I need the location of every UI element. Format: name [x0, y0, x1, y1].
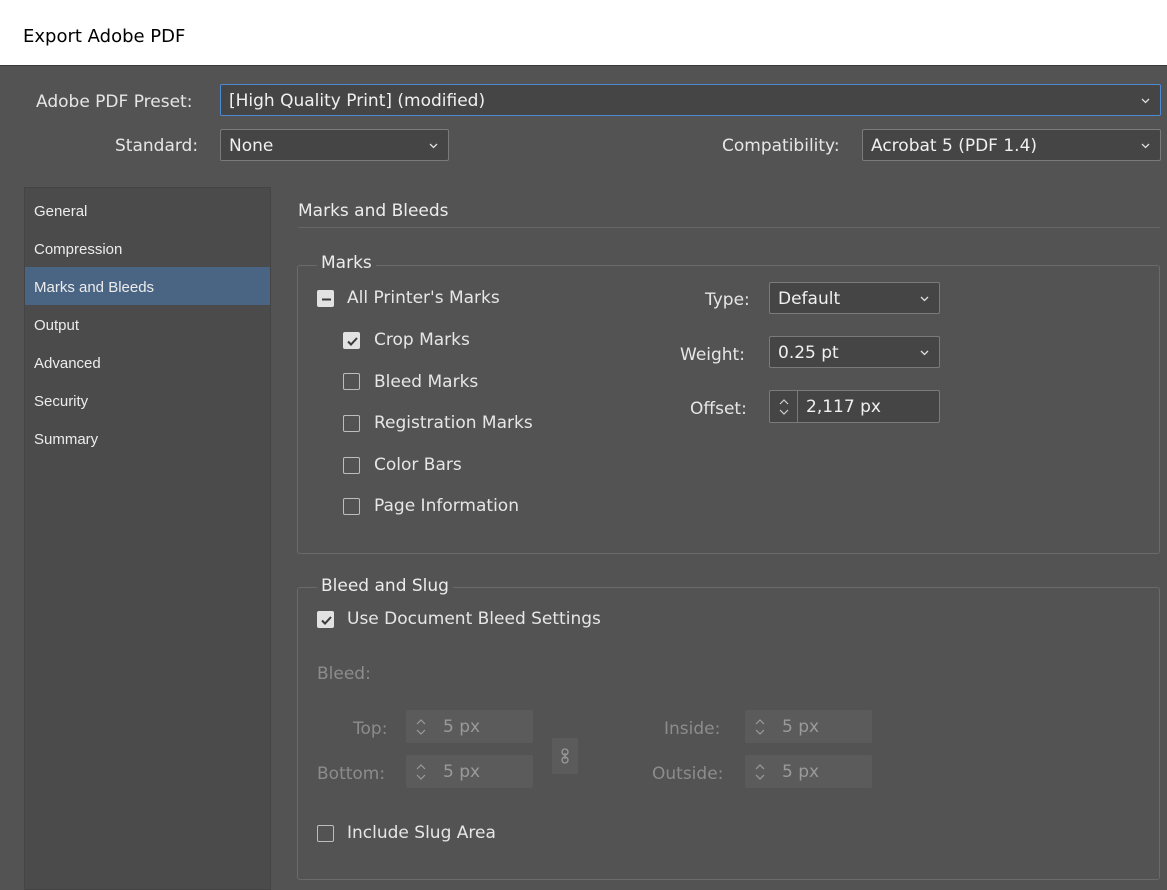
chevron-down-icon	[429, 143, 438, 149]
up-down-arrows-icon	[755, 719, 765, 735]
all-printers-marks-checkbox[interactable]	[317, 290, 334, 307]
bleed-bottom-stepper-arrows[interactable]	[407, 756, 435, 787]
minus-icon	[322, 298, 331, 301]
page-information-checkbox[interactable]	[343, 498, 360, 515]
bleed-slug-group-title: Bleed and Slug	[317, 576, 453, 596]
up-down-arrows-icon	[779, 399, 789, 415]
preset-select[interactable]: [High Quality Print] (modified)	[220, 84, 1161, 116]
type-label: Type:	[705, 290, 750, 310]
weight-value: 0.25 pt	[778, 343, 839, 363]
standard-select[interactable]: None	[220, 129, 449, 161]
offset-stepper-arrows[interactable]	[770, 391, 798, 422]
page-information-label[interactable]: Page Information	[374, 496, 519, 516]
offset-stepper[interactable]: 2,117 px	[769, 390, 940, 423]
section-title: Marks and Bleeds	[298, 201, 449, 221]
bleed-top-stepper-arrows[interactable]	[407, 711, 435, 742]
bleed-bottom-value[interactable]: 5 px	[443, 762, 480, 782]
up-down-arrows-icon	[416, 764, 426, 780]
compatibility-select[interactable]: Acrobat 5 (PDF 1.4)	[862, 129, 1161, 161]
bleed-top-value[interactable]: 5 px	[443, 717, 480, 737]
category-sidebar: General Compression Marks and Bleeds Out…	[24, 187, 271, 890]
sidebar-item-output[interactable]: Output	[25, 305, 270, 343]
use-document-bleed-label[interactable]: Use Document Bleed Settings	[347, 609, 601, 629]
preset-label: Adobe PDF Preset:	[36, 92, 193, 112]
bleed-inside-stepper[interactable]: 5 px	[745, 710, 872, 743]
up-down-arrows-icon	[416, 719, 426, 735]
include-slug-label[interactable]: Include Slug Area	[347, 823, 496, 843]
all-printers-marks-label[interactable]: All Printer's Marks	[347, 288, 500, 308]
compatibility-value: Acrobat 5 (PDF 1.4)	[871, 136, 1038, 156]
standard-label: Standard:	[115, 136, 199, 156]
link-bleed-button[interactable]	[552, 738, 578, 774]
title-bar: Export Adobe PDF	[0, 0, 1167, 66]
compatibility-label: Compatibility:	[722, 136, 840, 156]
bleed-bottom-label: Bottom:	[317, 764, 386, 784]
bleed-outside-value[interactable]: 5 px	[782, 762, 819, 782]
bleed-inside-value[interactable]: 5 px	[782, 717, 819, 737]
preset-value: [High Quality Print] (modified)	[229, 91, 486, 111]
chevron-down-icon	[1141, 143, 1150, 149]
bleed-top-label: Top:	[353, 719, 388, 739]
bleed-inside-stepper-arrows[interactable]	[746, 711, 774, 742]
type-value: Default	[778, 289, 841, 309]
bleed-marks-label[interactable]: Bleed Marks	[374, 372, 478, 392]
sidebar-item-security[interactable]: Security	[25, 381, 270, 419]
window-title: Export Adobe PDF	[23, 26, 186, 47]
bleed-bottom-stepper[interactable]: 5 px	[406, 755, 533, 788]
bleed-inside-label: Inside:	[664, 719, 721, 739]
weight-select[interactable]: 0.25 pt	[769, 336, 940, 368]
section-divider	[298, 227, 1160, 228]
bleed-outside-stepper-arrows[interactable]	[746, 756, 774, 787]
registration-marks-label[interactable]: Registration Marks	[374, 413, 533, 433]
bleed-marks-checkbox[interactable]	[343, 373, 360, 390]
color-bars-label[interactable]: Color Bars	[374, 455, 462, 475]
sidebar-item-compression[interactable]: Compression	[25, 229, 270, 267]
checkmark-icon	[321, 616, 332, 625]
checkmark-icon	[347, 337, 358, 346]
crop-marks-label[interactable]: Crop Marks	[374, 330, 470, 350]
sidebar-item-summary[interactable]: Summary	[25, 419, 270, 457]
sidebar-item-marks-and-bleeds[interactable]: Marks and Bleeds	[25, 267, 270, 305]
crop-marks-checkbox[interactable]	[343, 332, 360, 349]
weight-label: Weight:	[680, 345, 745, 365]
offset-value[interactable]: 2,117 px	[806, 397, 881, 417]
bleed-outside-label: Outside:	[652, 764, 724, 784]
marks-group-title: Marks	[317, 253, 376, 273]
chevron-down-icon	[1141, 98, 1150, 104]
sidebar-item-general[interactable]: General	[25, 191, 270, 229]
chevron-down-icon	[920, 350, 929, 356]
bleed-outside-stepper[interactable]: 5 px	[745, 755, 872, 788]
sidebar-item-advanced[interactable]: Advanced	[25, 343, 270, 381]
include-slug-checkbox[interactable]	[317, 825, 334, 842]
bleed-label: Bleed:	[317, 664, 371, 684]
up-down-arrows-icon	[755, 764, 765, 780]
use-document-bleed-checkbox[interactable]	[317, 611, 334, 628]
standard-value: None	[229, 136, 274, 156]
chain-link-icon	[561, 748, 569, 764]
color-bars-checkbox[interactable]	[343, 457, 360, 474]
chevron-down-icon	[920, 296, 929, 302]
bleed-top-stepper[interactable]: 5 px	[406, 710, 533, 743]
registration-marks-checkbox[interactable]	[343, 415, 360, 432]
type-select[interactable]: Default	[769, 282, 940, 314]
offset-label: Offset:	[690, 399, 747, 419]
